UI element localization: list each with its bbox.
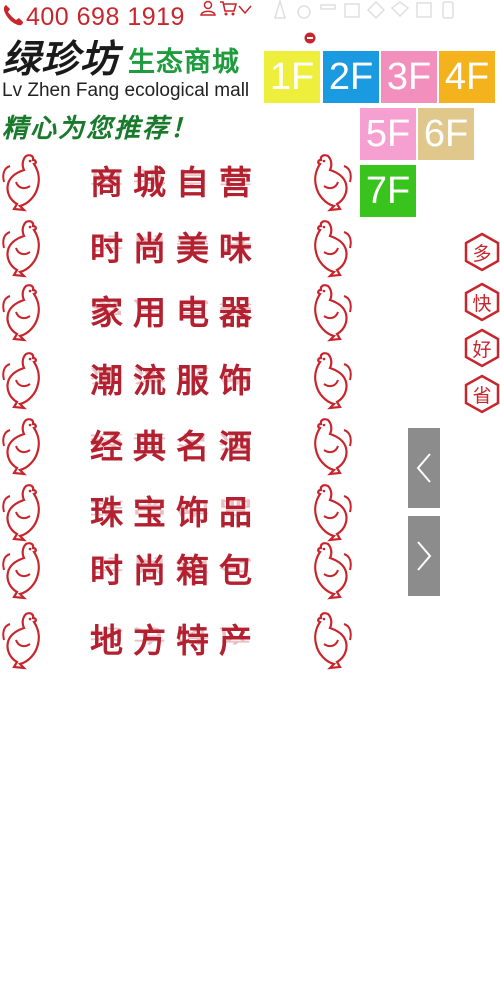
chevron-right-icon <box>417 541 432 571</box>
next-button[interactable] <box>408 516 440 596</box>
rooster-icon <box>314 154 352 212</box>
category-label-reflection: 地方特产 <box>90 624 262 647</box>
badge-duo[interactable]: 多 <box>463 232 500 272</box>
category-label-reflection: 商城自营 <box>90 166 262 189</box>
category-row-2[interactable]: 时尚美味 时尚美味 <box>0 218 360 282</box>
badge-label: 快 <box>472 292 492 315</box>
chevron-down-icon[interactable] <box>238 0 254 16</box>
floor-button-1f[interactable]: 1F <box>264 51 320 103</box>
ring-icon[interactable] <box>294 0 314 20</box>
category-row-1[interactable]: 商城自营 商城自营 <box>0 152 360 216</box>
badge-label: 好 <box>472 338 492 361</box>
category-label-reflection: 经典名酒 <box>90 430 262 453</box>
chevron-left-icon <box>416 453 431 483</box>
bottle-icon[interactable] <box>318 0 338 20</box>
user-icon[interactable] <box>200 0 216 16</box>
logo-name-cn: 绿珍坊 <box>2 36 120 81</box>
category-label-reflection: 时尚箱包 <box>90 554 262 577</box>
hanger-icon[interactable] <box>342 0 362 20</box>
slogan: 精心为您推荐！ <box>2 114 199 144</box>
rooster-icon <box>2 542 40 600</box>
rooster-icon <box>314 284 352 342</box>
badge-kuai[interactable]: 快 <box>463 282 500 322</box>
badge-sheng[interactable]: 省 <box>463 374 500 414</box>
rooster-icon <box>314 352 352 410</box>
record-icon[interactable] <box>304 29 316 44</box>
floor-button-3f[interactable]: 3F <box>381 51 437 103</box>
diamond-icon[interactable] <box>366 0 386 20</box>
rooster-icon <box>314 484 352 542</box>
floor-button-5f[interactable]: 5F <box>360 108 416 160</box>
glasses-icon[interactable] <box>270 0 290 20</box>
badge-label: 省 <box>472 384 492 407</box>
prev-button[interactable] <box>408 428 440 508</box>
rooster-icon <box>314 418 352 476</box>
rooster-icon <box>2 284 40 342</box>
category-label-reflection: 珠宝饰品 <box>90 496 262 519</box>
badge-hao[interactable]: 好 <box>463 328 500 368</box>
rooster-icon <box>2 352 40 410</box>
category-label-reflection: 潮流服饰 <box>90 364 262 387</box>
category-row-3[interactable]: 家用电器 家用电器 <box>0 282 360 346</box>
cart-icon[interactable] <box>219 0 238 16</box>
category-row-7[interactable]: 时尚箱包 时尚箱包 <box>0 540 360 604</box>
floor-button-2f[interactable]: 2F <box>323 51 379 103</box>
logo-subtitle: 生态商城 <box>128 47 240 78</box>
floor-button-7f[interactable]: 7F <box>360 165 416 217</box>
rooster-icon <box>2 612 40 670</box>
floor-button-6f[interactable]: 6F <box>418 108 474 160</box>
rooster-icon <box>2 220 40 278</box>
rooster-icon <box>2 154 40 212</box>
category-label-reflection: 家用电器 <box>90 296 262 319</box>
box-icon[interactable] <box>414 0 434 20</box>
rooster-icon <box>314 542 352 600</box>
phone-device-icon[interactable] <box>390 0 410 20</box>
badge-label: 多 <box>472 242 492 265</box>
category-row-5[interactable]: 经典名酒 经典名酒 <box>0 416 360 480</box>
category-row-6[interactable]: 珠宝饰品 珠宝饰品 <box>0 482 360 546</box>
bag-icon[interactable] <box>438 0 458 20</box>
logo-name-en: Lv Zhen Fang ecological mall <box>2 80 250 101</box>
rooster-icon <box>2 418 40 476</box>
rooster-icon <box>314 220 352 278</box>
rooster-icon <box>2 484 40 542</box>
category-label-reflection: 时尚美味 <box>90 232 262 255</box>
rooster-icon <box>314 612 352 670</box>
category-row-8[interactable]: 地方特产 地方特产 <box>0 610 360 674</box>
category-row-4[interactable]: 潮流服饰 潮流服饰 <box>0 350 360 414</box>
floor-button-4f[interactable]: 4F <box>439 51 495 103</box>
